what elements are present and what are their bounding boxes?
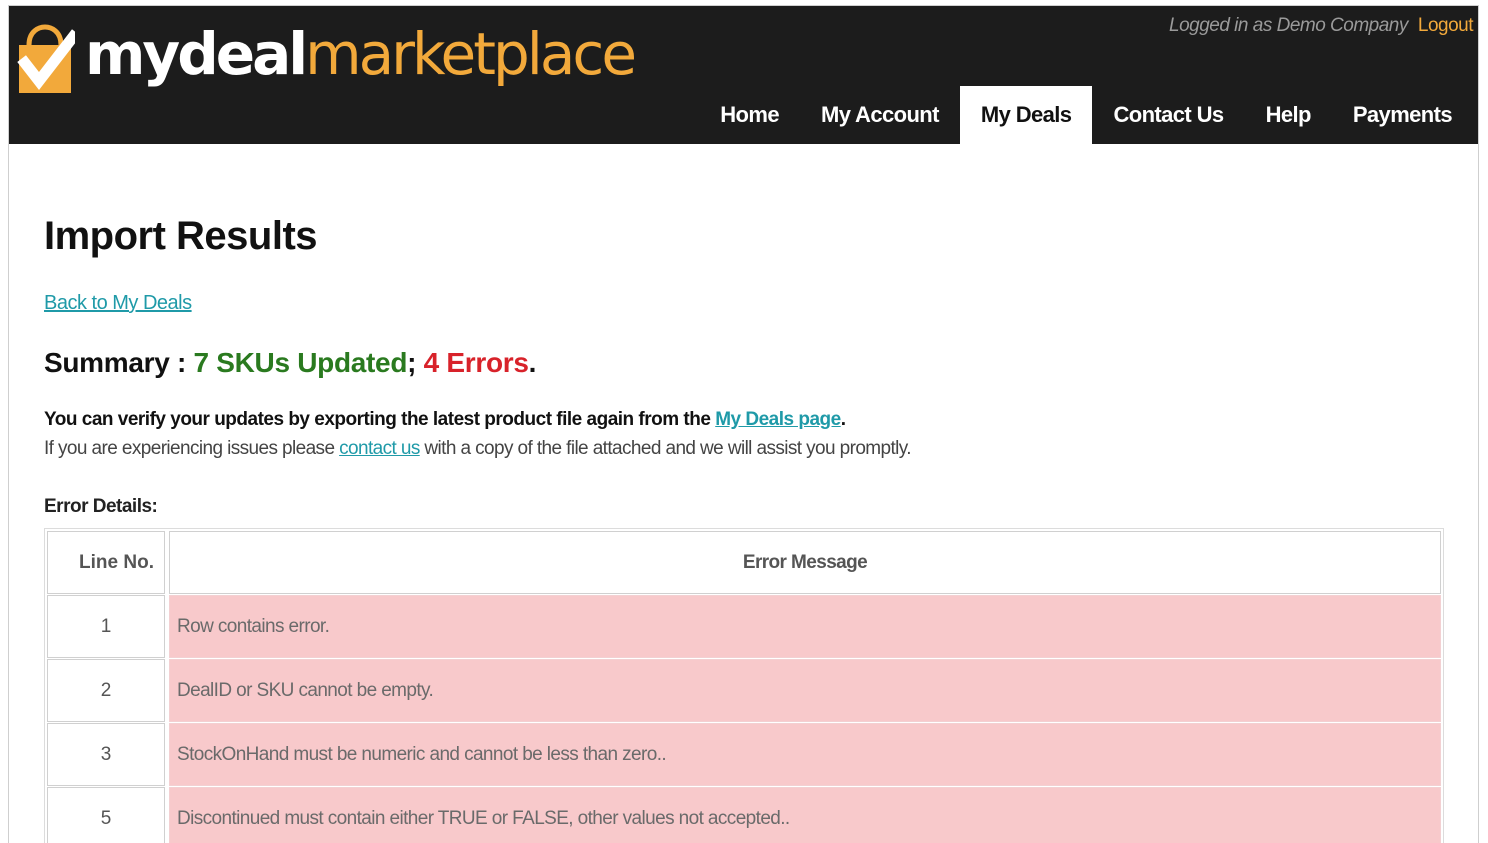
support-suffix: with a copy of the file attached and we … — [419, 438, 911, 459]
line-number-cell: 5 — [47, 787, 165, 843]
error-message-cell: Discontinued must contain either TRUE or… — [169, 787, 1441, 843]
summary-suffix: . — [528, 347, 537, 378]
contact-us-link[interactable]: contact us — [339, 438, 420, 459]
verify-instructions: You can verify your updates by exporting… — [44, 409, 846, 431]
error-details-table: Line No. Error Message 1 Row contains er… — [44, 528, 1444, 843]
table-row: 5 Discontinued must contain either TRUE … — [47, 787, 1441, 843]
nav-my-deals[interactable]: My Deals — [959, 86, 1093, 144]
line-number-cell: 3 — [47, 723, 165, 786]
page-frame: mydealmarketplace Logged in as Demo Comp… — [8, 5, 1479, 843]
logo-text-marketplace: marketplace — [305, 20, 637, 88]
summary-prefix: Summary : — [44, 347, 194, 378]
summary-separator: ; — [407, 347, 424, 378]
nav-payments[interactable]: Payments — [1332, 86, 1473, 144]
table-row: 2 DealID or SKU cannot be empty. — [47, 659, 1441, 722]
page-title: Import Results — [44, 214, 318, 258]
error-details-label: Error Details: — [44, 496, 158, 517]
back-to-my-deals-link[interactable]: Back to My Deals — [44, 292, 192, 315]
logo-text-mydeal: mydeal — [85, 20, 308, 88]
error-message-cell: StockOnHand must be numeric and cannot b… — [169, 723, 1441, 786]
checkbox-bag-icon — [17, 24, 75, 93]
table-header-row: Line No. Error Message — [47, 531, 1441, 594]
line-number-cell: 1 — [47, 595, 165, 658]
nav-my-account[interactable]: My Account — [800, 86, 960, 144]
error-message-cell: DealID or SKU cannot be empty. — [169, 659, 1441, 722]
summary-error-count: 4 Errors — [423, 347, 529, 378]
my-deals-page-link[interactable]: My Deals page — [715, 409, 841, 430]
support-instructions: If you are experiencing issues please co… — [44, 438, 912, 460]
table-row: 3 StockOnHand must be numeric and cannot… — [47, 723, 1441, 786]
site-logo[interactable]: mydealmarketplace — [15, 19, 637, 99]
summary-updated-count: 7 SKUs Updated — [193, 347, 408, 378]
logo-wordmark: mydealmarketplace — [85, 25, 637, 83]
site-header: mydealmarketplace Logged in as Demo Comp… — [9, 6, 1478, 144]
session-info: Logged in as Demo Company Logout — [1169, 15, 1474, 37]
main-nav: Home My Account My Deals Contact Us Help… — [699, 86, 1473, 144]
column-header-error-message: Error Message — [169, 531, 1441, 594]
error-message-cell: Row contains error. — [169, 595, 1441, 658]
nav-home[interactable]: Home — [699, 86, 800, 144]
table-row: 1 Row contains error. — [47, 595, 1441, 658]
support-prefix: If you are experiencing issues please — [44, 438, 340, 459]
logged-in-text: Logged in as Demo Company — [1169, 15, 1408, 36]
logout-link[interactable]: Logout — [1418, 15, 1474, 36]
column-header-line-no: Line No. — [47, 531, 165, 594]
verify-text: You can verify your updates by exporting… — [44, 409, 716, 430]
nav-contact-us[interactable]: Contact Us — [1092, 86, 1244, 144]
line-number-cell: 2 — [47, 659, 165, 722]
import-summary: Summary : 7 SKUs Updated; 4 Errors. — [44, 347, 536, 379]
verify-suffix: . — [840, 409, 846, 430]
nav-help[interactable]: Help — [1245, 86, 1332, 144]
